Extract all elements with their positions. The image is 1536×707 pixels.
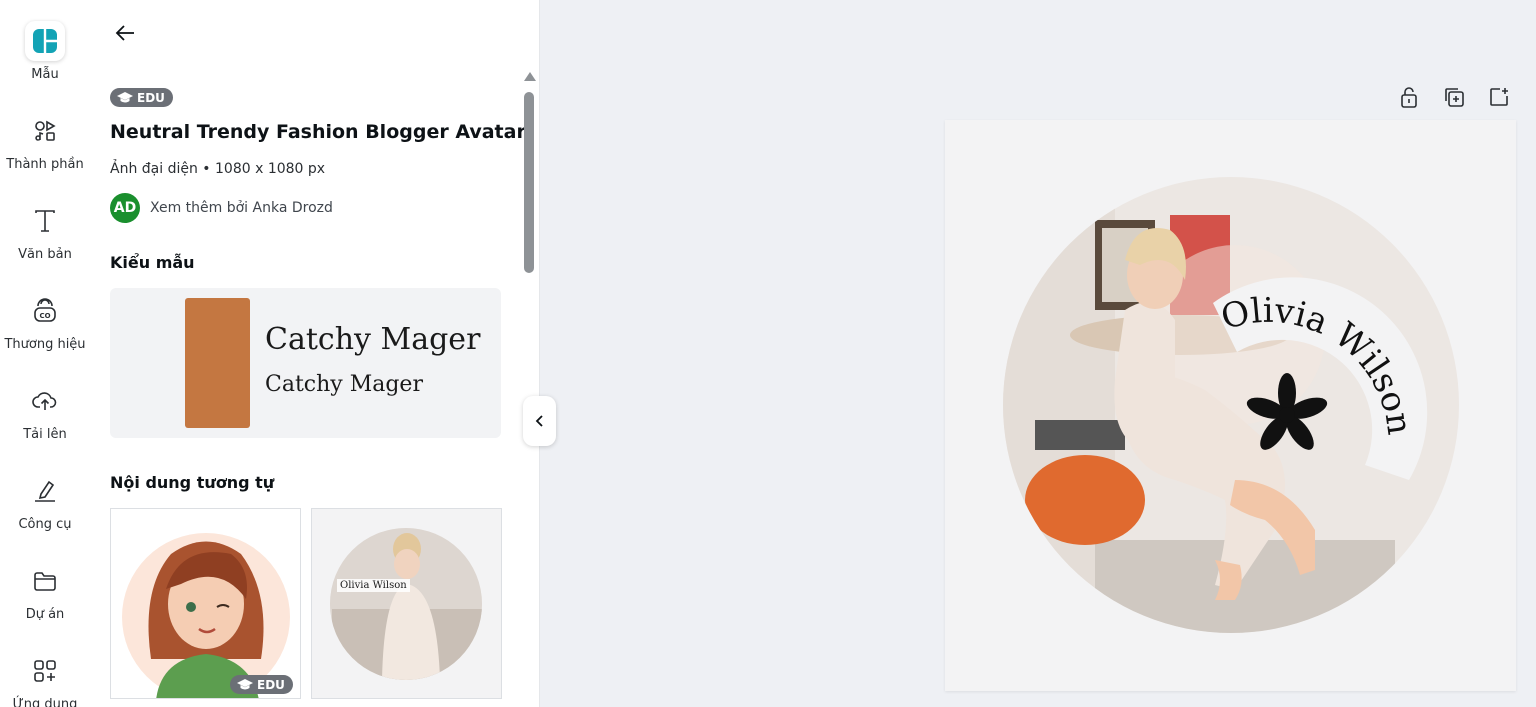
- apps-icon: [25, 651, 65, 691]
- add-page-button[interactable]: [1486, 84, 1512, 110]
- lock-open-icon: [1401, 87, 1417, 108]
- cartoon-avatar-image: [111, 509, 300, 698]
- folder-icon: [25, 561, 65, 601]
- template-detail-panel: EDU Neutral Trendy Fashion Blogger Avata…: [90, 0, 540, 707]
- style-card[interactable]: Catchy Mager Catchy Mager: [110, 288, 501, 438]
- lock-button[interactable]: [1396, 84, 1422, 110]
- rail-label-apps: Ứng dụng: [12, 697, 78, 707]
- author-text: Xem thêm bởi Anka Drozd: [150, 200, 333, 216]
- templates-icon: [25, 21, 65, 61]
- photo-avatar-image: [330, 528, 482, 680]
- similar-thumb-2[interactable]: Olivia Wilson: [311, 508, 502, 699]
- back-button[interactable]: [110, 18, 140, 48]
- template-title: Neutral Trendy Fashion Blogger Avatar: [110, 121, 526, 143]
- collapse-panel-button[interactable]: [523, 396, 556, 446]
- rail-label-text: Văn bản: [18, 247, 72, 262]
- template-subtitle: Ảnh đại diện • 1080 x 1080 px: [110, 161, 326, 177]
- rail-item-text[interactable]: Văn bản: [0, 201, 90, 262]
- edu-badge-label: EDU: [137, 90, 165, 105]
- similar-thumb-1[interactable]: EDU: [110, 508, 301, 699]
- font-sample-heading: Catchy Mager: [265, 322, 481, 357]
- arrow-left-icon: [115, 25, 134, 41]
- rail-item-brand[interactable]: CO Thương hiệu: [0, 291, 90, 352]
- duplicate-icon: [1445, 88, 1464, 107]
- elements-icon: [25, 111, 65, 151]
- similar-heading: Nội dung tương tự: [110, 473, 275, 492]
- thumb1-edu-badge-label: EDU: [257, 677, 285, 692]
- author-link[interactable]: AD Xem thêm bởi Anka Drozd: [110, 193, 333, 223]
- graduation-cap-icon: [237, 678, 253, 689]
- color-swatch: [185, 298, 250, 428]
- design-artwork: Olivia Wilson: [1003, 177, 1459, 633]
- rail-item-elements[interactable]: Thành phần: [0, 111, 90, 172]
- rail-item-projects[interactable]: Dự án: [0, 561, 90, 622]
- add-page-icon: [1490, 88, 1508, 106]
- rail-label-projects: Dự án: [25, 607, 65, 622]
- thumb2-caption: Olivia Wilson: [337, 579, 410, 592]
- duplicate-page-button[interactable]: [1441, 84, 1467, 110]
- scroll-thumb[interactable]: [524, 92, 534, 273]
- upload-icon: [25, 381, 65, 421]
- scroll-up-arrow-icon[interactable]: [524, 72, 536, 81]
- rail-item-upload[interactable]: Tải lên: [0, 381, 90, 442]
- author-avatar: AD: [110, 193, 140, 223]
- panel-scrollbar[interactable]: [522, 72, 536, 702]
- draw-icon: [25, 471, 65, 511]
- font-sample-subheading: Catchy Mager: [265, 372, 423, 397]
- brand-icon: CO: [25, 291, 65, 331]
- rail-item-apps[interactable]: Ứng dụng: [0, 651, 90, 707]
- style-heading: Kiểu mẫu: [110, 253, 195, 272]
- rail-label-upload: Tải lên: [23, 427, 67, 442]
- rail-item-draw[interactable]: Công cụ: [0, 471, 90, 532]
- rail-label-templates: Mẫu: [31, 67, 59, 82]
- left-rail: Mẫu Thành phần Văn bản CO Thương hiệu Tả…: [0, 0, 90, 707]
- graduation-cap-icon: [117, 91, 133, 102]
- rail-label-elements: Thành phần: [6, 157, 84, 172]
- chevron-left-icon: [535, 415, 543, 427]
- rail-item-templates[interactable]: Mẫu: [0, 21, 90, 82]
- edu-badge: EDU: [110, 88, 173, 107]
- rail-label-brand: Thương hiệu: [4, 337, 86, 352]
- rail-label-draw: Công cụ: [18, 517, 72, 532]
- svg-text:CO: CO: [39, 312, 50, 320]
- thumb1-edu-badge: EDU: [230, 675, 293, 694]
- text-icon: [25, 201, 65, 241]
- design-page[interactable]: Olivia Wilson: [945, 120, 1516, 691]
